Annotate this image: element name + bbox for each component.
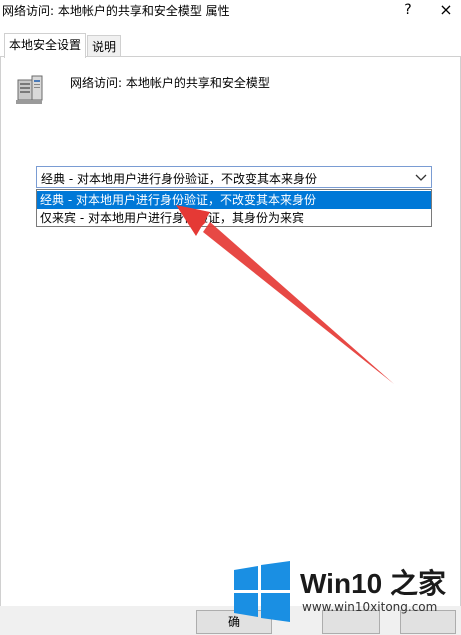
server-computer-icon [14,72,44,106]
tab-explain[interactable]: 说明 [87,35,122,58]
chevron-down-icon [414,169,428,185]
policy-name: 网络访问: 本地帐户的共享和安全模型 [70,76,270,90]
dropdown-selected-value: 经典 - 对本地用户进行身份验证，不改变其本来身份 [41,172,317,186]
title-bar: 网络访问: 本地帐户的共享和安全模型 属性 ? × [0,0,461,22]
tab-label: 说明 [92,40,117,54]
tab-local-security-setting[interactable]: 本地安全设置 [4,33,87,58]
windows-logo-icon [230,560,294,624]
tab-strip: 本地安全设置 说明 [0,33,461,58]
help-button[interactable]: ? [398,0,418,20]
close-button[interactable]: × [434,0,458,20]
option-classic[interactable]: 经典 - 对本地用户进行身份验证，不改变其本来身份 [37,191,431,209]
window-title: 网络访问: 本地帐户的共享和安全模型 属性 [2,4,230,18]
tab-panel [0,56,461,608]
option-guest-only[interactable]: 仅来宾 - 对本地用户进行身份验证，其身份为来宾 [37,209,431,227]
dropdown-options-list: 经典 - 对本地用户进行身份验证，不改变其本来身份 仅来宾 - 对本地用户进行身… [36,189,432,227]
watermark-title: Win10 之家 [300,568,446,599]
watermark-url: www.win10xitong.com [302,600,438,614]
tab-label: 本地安全设置 [9,38,82,52]
security-model-dropdown[interactable]: 经典 - 对本地用户进行身份验证，不改变其本来身份 [36,166,432,188]
site-watermark: Win10 之家 www.win10xitong.com [230,560,455,632]
